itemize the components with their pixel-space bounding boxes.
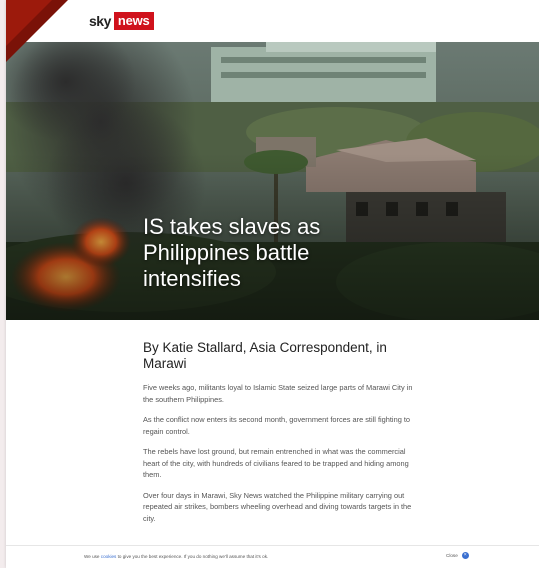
article-paragraph: Five weeks ago, militants loyal to Islam… <box>143 383 413 404</box>
sky-news-logo[interactable]: sky news <box>89 12 154 30</box>
cookie-close-button[interactable]: Close × <box>446 552 469 559</box>
cookies-link[interactable]: cookies <box>101 554 117 559</box>
cookie-suffix: to give you the best experience. If you … <box>116 554 269 559</box>
logo-sky-text: sky <box>89 13 111 29</box>
corner-ribbon-inner <box>6 0 52 46</box>
cookie-banner: We use cookies to give you the best expe… <box>6 545 539 568</box>
cookie-close-label: Close <box>446 553 458 558</box>
site-header: sky news <box>6 0 539 42</box>
cookie-prefix: We use <box>84 554 101 559</box>
article-paragraph: The rebels have lost ground, but remain … <box>143 447 409 479</box>
article-body: By Katie Stallard, Asia Correspondent, i… <box>143 340 415 533</box>
page-frame: sky news IS takes slaves as Philippines … <box>6 0 539 568</box>
close-icon: × <box>461 552 469 559</box>
article-headline: IS takes slaves as Philippines battle in… <box>143 214 321 291</box>
hero-image: IS takes slaves as Philippines battle in… <box>6 42 539 320</box>
article-paragraph: As the conflict now enters its second mo… <box>143 415 411 436</box>
logo-news-badge: news <box>113 12 154 30</box>
article-paragraph: Over four days in Marawi, Sky News watch… <box>143 490 412 523</box>
article-byline: By Katie Stallard, Asia Correspondent, i… <box>143 340 387 371</box>
cookie-message: We use cookies to give you the best expe… <box>84 554 268 559</box>
